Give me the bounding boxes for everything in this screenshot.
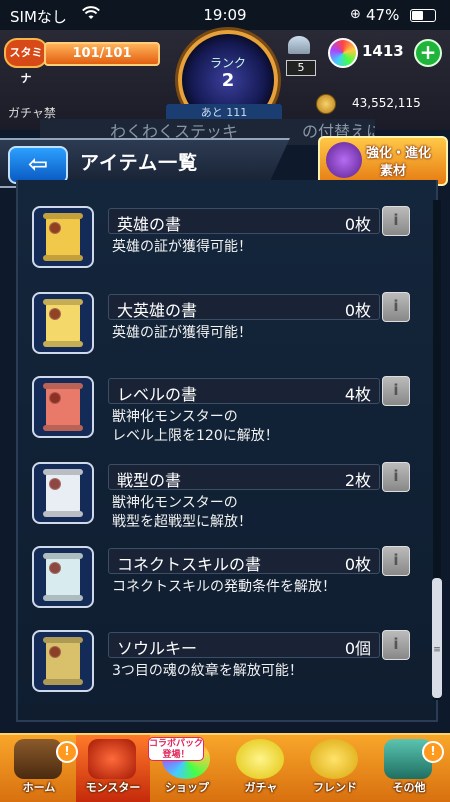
- item-description: 獣神化モンスターの 戦型を超戦型に解放！: [112, 495, 252, 530]
- info-button[interactable]: i: [382, 206, 410, 236]
- dragon-icon: [88, 739, 136, 779]
- item-count: 0個: [344, 639, 371, 658]
- egg-icon: [236, 739, 284, 779]
- list-item[interactable]: レベルの書 4枚 i 獣神化モンスターの レベル上限を120に解放！: [32, 376, 410, 452]
- coin-count: 43,552,115: [352, 96, 421, 110]
- scroll-icon: [32, 376, 94, 438]
- collab-badge: コラボパック 登場！: [148, 737, 204, 761]
- scroll-icon: [32, 292, 94, 354]
- rank-value: 2: [221, 70, 235, 91]
- scroll-icon: [32, 546, 94, 608]
- info-button[interactable]: i: [382, 376, 410, 406]
- game-header: スタミナ 101/101 ランク 2 5 1413 + ガチャ禁 あと 111 …: [0, 30, 450, 130]
- back-button[interactable]: ⇦: [8, 146, 68, 184]
- orb-icon: [328, 38, 358, 68]
- scroll-icon: [32, 206, 94, 268]
- item-description: 英雄の証が獲得可能！: [112, 325, 252, 341]
- material-label: 素材: [380, 164, 407, 179]
- item-count: 0枚: [344, 555, 371, 574]
- orb-count: 1413: [362, 42, 404, 60]
- nav-gacha[interactable]: ガチャ: [224, 735, 298, 802]
- scrollbar-thumb[interactable]: [432, 578, 442, 698]
- item-description: 英雄の証が獲得可能！: [112, 239, 252, 255]
- info-button[interactable]: i: [382, 462, 410, 492]
- info-button[interactable]: i: [382, 292, 410, 322]
- info-button[interactable]: i: [382, 546, 410, 576]
- item-count: 2枚: [344, 471, 371, 490]
- stamina-label: スタミナ: [4, 38, 48, 85]
- item-name: ソウルキー: [117, 639, 198, 658]
- item-name: 大英雄の書: [117, 301, 198, 320]
- rotation-lock-icon: ⊕: [350, 7, 361, 22]
- scroll-icon: [32, 462, 94, 524]
- nav-label: ガチャ: [244, 781, 278, 794]
- material-icon: [326, 142, 362, 178]
- add-orb-button[interactable]: +: [414, 39, 442, 67]
- status-bar: SIMなし 19:09 ⊕ 47%: [0, 0, 450, 30]
- nav-label: モンスター: [85, 781, 141, 794]
- list-item[interactable]: 大英雄の書 0枚 i 英雄の証が獲得可能！: [32, 292, 410, 368]
- nav-friend[interactable]: フレンド: [298, 735, 372, 802]
- rank-label: ランク: [209, 56, 246, 70]
- item-name: コネクトスキルの書: [117, 555, 262, 574]
- item-name: 英雄の書: [117, 215, 182, 234]
- friends-icon: [310, 739, 358, 779]
- item-description: 3つ目の魂の紋章を解放可能！: [112, 663, 303, 679]
- item-name: レベルの書: [117, 385, 198, 404]
- house-icon: [14, 739, 62, 779]
- battery-percent: 47%: [366, 6, 400, 24]
- list-item[interactable]: ソウルキー 0個 i 3つ目の魂の紋章を解放可能！: [32, 630, 410, 706]
- nav-label: ホーム: [22, 781, 56, 794]
- stamina-bar[interactable]: 101/101: [44, 42, 160, 66]
- gem-icon: [288, 36, 310, 54]
- evolve-label: 強化・進化: [366, 146, 432, 161]
- list-item[interactable]: 戦型の書 2枚 i 獣神化モンスターの 戦型を超戦型に解放！: [32, 462, 410, 538]
- box-count: 5: [286, 60, 316, 76]
- item-description: 獣神化モンスターの レベル上限を120に解放！: [112, 409, 279, 444]
- battery-icon: [410, 9, 436, 22]
- notice-badge: !: [422, 741, 444, 763]
- item-name: 戦型の書: [117, 471, 182, 490]
- info-button[interactable]: i: [382, 630, 410, 660]
- item-count: 4枚: [344, 385, 371, 404]
- notice-badge: !: [56, 741, 78, 763]
- nav-monster[interactable]: モンスター: [76, 735, 150, 802]
- box-icon[interactable]: 5: [284, 36, 316, 76]
- page-title: アイテム一覧: [80, 152, 199, 174]
- grip-icon: ≡: [433, 645, 441, 655]
- item-list: 英雄の書 0枚 i 英雄の証が獲得可能！ 大英雄の書 0枚 i 英雄の証が獲得可…: [16, 180, 438, 722]
- item-count: 0枚: [344, 215, 371, 234]
- item-description: コネクトスキルの発動条件を解放！: [112, 579, 336, 595]
- nav-label: ショップ: [165, 781, 209, 794]
- list-item[interactable]: 英雄の書 0枚 i 英雄の証が獲得可能！: [32, 206, 410, 282]
- list-item[interactable]: コネクトスキルの書 0枚 i コネクトスキルの発動条件を解放！: [32, 546, 410, 622]
- nav-label: その他: [392, 781, 426, 794]
- evolve-material-button[interactable]: 強化・進化 素材: [318, 136, 448, 186]
- coin-icon: [316, 94, 336, 114]
- nav-label: フレンド: [313, 781, 357, 794]
- key-icon: [32, 630, 94, 692]
- item-count: 0枚: [344, 301, 371, 320]
